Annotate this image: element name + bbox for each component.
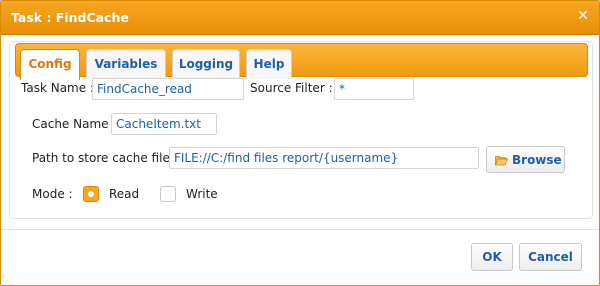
- checked-dot-icon: [88, 191, 94, 197]
- tab-help[interactable]: Help: [246, 49, 292, 79]
- source-filter-label: Source Filter :: [250, 81, 333, 95]
- tab-logging[interactable]: Logging: [172, 49, 240, 79]
- close-icon[interactable]: ✕: [576, 9, 590, 23]
- read-label: Read: [109, 187, 140, 201]
- footer-divider: [1, 229, 599, 230]
- dialog-titlebar[interactable]: Task : FindCache ✕: [1, 1, 599, 35]
- write-label: Write: [186, 187, 218, 201]
- source-filter-input[interactable]: *: [334, 78, 414, 100]
- tab-bar: Config Variables Logging Help: [15, 43, 588, 80]
- cache-name-label: Cache Name :: [32, 117, 117, 131]
- dialog-title: Task : FindCache: [11, 10, 129, 25]
- cache-name-input[interactable]: CacheItem.txt: [111, 113, 217, 135]
- browse-label: Browse: [512, 153, 562, 167]
- folder-open-icon: [495, 156, 508, 166]
- write-checkbox[interactable]: [160, 186, 176, 202]
- browse-button[interactable]: Browse: [486, 146, 565, 173]
- cancel-button[interactable]: Cancel: [519, 243, 582, 271]
- task-name-label: Task Name :: [21, 81, 94, 95]
- mode-label: Mode :: [32, 187, 73, 201]
- dialog-content: Config Variables Logging Help Task Name …: [9, 41, 593, 219]
- read-checkbox[interactable]: [83, 186, 99, 202]
- path-input[interactable]: FILE://C:/find files report/{username}: [169, 147, 479, 169]
- task-dialog: Task : FindCache ✕ Config Variables Logg…: [0, 0, 600, 286]
- ok-button[interactable]: OK: [471, 243, 513, 271]
- tab-config[interactable]: Config: [20, 49, 80, 80]
- path-label: Path to store cache file :: [32, 151, 178, 165]
- tab-variables[interactable]: Variables: [86, 49, 166, 79]
- task-name-input[interactable]: FindCache_read: [92, 78, 244, 100]
